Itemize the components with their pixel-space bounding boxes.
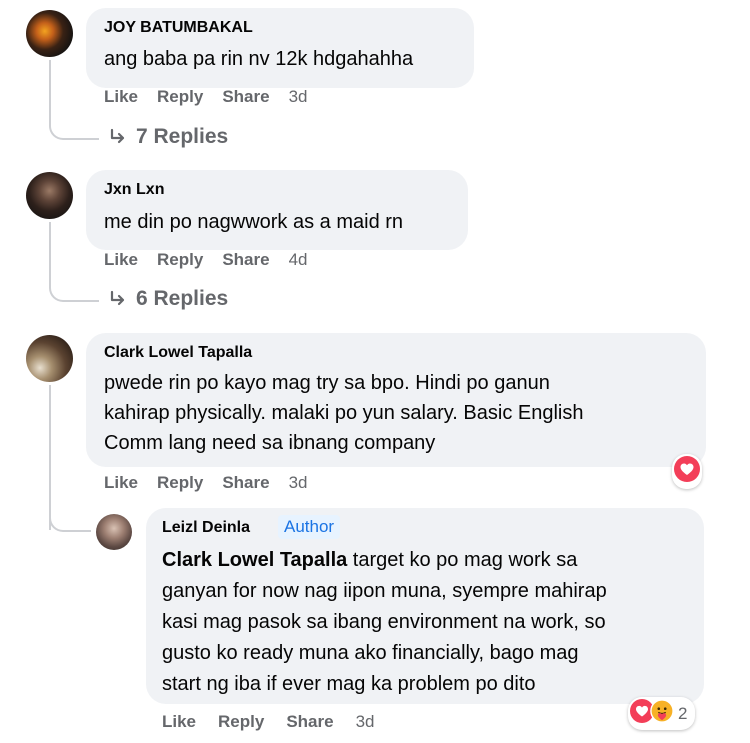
comment-actions: Like Reply Share 3d bbox=[104, 473, 308, 493]
share-button[interactable]: Share bbox=[222, 473, 269, 493]
comment-text: ang baba pa rin nv 12k hdgahahha bbox=[104, 48, 414, 70]
reply-button[interactable]: Reply bbox=[157, 473, 203, 493]
like-button[interactable]: Like bbox=[162, 712, 196, 732]
reply-arrow-icon bbox=[108, 289, 128, 309]
avatar[interactable] bbox=[96, 514, 132, 550]
mention-link[interactable]: Clark Lowel Tapalla bbox=[162, 549, 347, 571]
reply-text-line: ganyan for now nag iipon muna, syempre m… bbox=[162, 580, 607, 602]
reaction-badge[interactable] bbox=[672, 454, 702, 489]
reply-button[interactable]: Reply bbox=[157, 87, 203, 107]
comment-author[interactable]: Jxn Lxn bbox=[104, 181, 164, 199]
comment-author[interactable]: JOY BATUMBAKAL bbox=[104, 19, 253, 37]
replies-count-label: 6 Replies bbox=[136, 287, 229, 310]
reply-actions: Like Reply Share 3d bbox=[162, 712, 375, 732]
reply-arrow-icon bbox=[108, 127, 128, 147]
comment-actions: Like Reply Share 3d bbox=[104, 87, 308, 107]
author-badge: Author bbox=[278, 515, 341, 539]
comment-actions: Like Reply Share 4d bbox=[104, 250, 308, 270]
reply-text-line: gusto ko ready muna ako financially, bag… bbox=[162, 642, 579, 664]
comment-text-line: pwede rin po kayo mag try sa bpo. Hindi … bbox=[104, 372, 550, 394]
heart-icon bbox=[674, 456, 700, 487]
like-button[interactable]: Like bbox=[104, 473, 138, 493]
reply-button[interactable]: Reply bbox=[157, 250, 203, 270]
share-button[interactable]: Share bbox=[222, 250, 269, 270]
view-replies-link[interactable]: 6 Replies bbox=[108, 287, 228, 311]
replies-count-label: 7 Replies bbox=[136, 125, 229, 148]
share-button[interactable]: Share bbox=[222, 87, 269, 107]
comment-text: me din po nagwwork as a maid rn bbox=[104, 211, 404, 233]
reaction-badge[interactable]: 2 bbox=[628, 697, 696, 730]
reply-text-line: Clark Lowel Tapalla target ko po mag wor… bbox=[162, 545, 577, 575]
like-button[interactable]: Like bbox=[104, 250, 138, 270]
avatar[interactable] bbox=[26, 335, 73, 382]
reply-text-line: start ng iba if ever mag ka problem po d… bbox=[162, 673, 536, 695]
comment-author[interactable]: Clark Lowel Tapalla bbox=[104, 344, 252, 362]
reaction-count: 2 bbox=[678, 703, 688, 723]
timestamp[interactable]: 3d bbox=[356, 712, 375, 732]
timestamp[interactable]: 3d bbox=[289, 87, 308, 107]
reply-text-fragment: target ko po mag work sa bbox=[347, 549, 578, 571]
view-replies-link[interactable]: 7 Replies bbox=[108, 125, 228, 149]
thread-connector bbox=[49, 500, 91, 532]
comment-text-line: Comm lang need sa ibnang company bbox=[104, 432, 436, 454]
avatar[interactable] bbox=[26, 10, 73, 57]
timestamp[interactable]: 4d bbox=[289, 250, 308, 270]
care-icon bbox=[650, 699, 674, 728]
reply-author[interactable]: Leizl Deinla bbox=[162, 519, 250, 537]
share-button[interactable]: Share bbox=[286, 712, 333, 732]
like-button[interactable]: Like bbox=[104, 87, 138, 107]
reply-button[interactable]: Reply bbox=[218, 712, 264, 732]
avatar[interactable] bbox=[26, 172, 73, 219]
comment-text-line: kahirap physically. malaki po yun salary… bbox=[104, 402, 584, 424]
reply-text-line: kasi mag pasok sa ibang environment na w… bbox=[162, 611, 606, 633]
timestamp[interactable]: 3d bbox=[289, 473, 308, 493]
